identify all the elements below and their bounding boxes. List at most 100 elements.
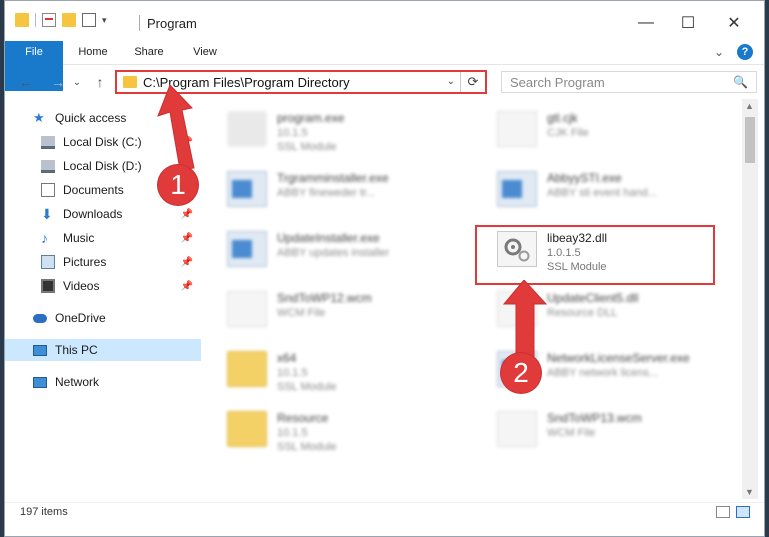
nav-item-label: Pictures [63,255,107,269]
ribbon-tabs: File Home Share View ⌄ ? [5,41,764,91]
minimize-button[interactable]: — [623,9,669,37]
pin-icon[interactable]: 📌 [181,233,193,244]
scroll-up-icon[interactable]: ▲ [745,101,754,111]
status-bar: 197 items [5,502,764,525]
nav-item-videos[interactable]: Videos 📌 [5,275,201,297]
application-icon [497,171,537,207]
explorer-window: ▾ Program — ☐ ✕ File Home Share View ⌄ ?… [4,0,765,537]
file-detail: WCM File [277,307,326,319]
toolbar-separator [35,13,36,27]
video-icon [41,279,55,293]
file-item[interactable]: Trgramminstaller.exe ABBY fineweder tr..… [207,165,437,215]
tab-view[interactable]: View [183,41,227,64]
document-icon [41,183,55,197]
folder-icon [123,76,137,88]
drive-icon [41,135,55,149]
file-item[interactable]: AbbyySTI.exe ABBY sti event hand... [477,165,707,215]
folder-icon[interactable] [15,13,29,27]
details-view-icon[interactable] [716,506,730,518]
search-icon[interactable]: 🔍 [733,75,748,89]
file-item[interactable]: Resource 10.1.5 SSL Module [207,405,437,455]
search-input[interactable]: Search Program 🔍 [501,71,757,93]
item-count: 197 items [20,506,68,518]
step-badge-2: 2 [501,353,541,393]
file-item[interactable]: SndToWP12.wcm WCM File [207,285,437,335]
pin-icon[interactable]: 📌 [181,281,193,292]
file-detail: 10.1.5 [277,427,308,439]
refresh-icon[interactable]: ⟳ [460,72,485,92]
file-detail: SSL Module [277,141,337,153]
annotation-arrow-1 [157,84,195,170]
large-icons-view-icon[interactable] [736,506,750,518]
title-bar: ▾ Program — ☐ ✕ [5,1,764,41]
title-separator [139,15,140,31]
quick-access-toolbar: ▾ [15,13,107,27]
tab-share[interactable]: Share [127,41,171,64]
maximize-button[interactable]: ☐ [665,9,711,37]
help-icon[interactable]: ? [737,44,753,60]
nav-item-this-pc[interactable]: This PC [5,339,201,361]
nav-item-label: Downloads [63,207,123,221]
file-name: NetworkLicenseServer.exe [547,351,690,365]
up-button[interactable]: ↑ [89,71,111,93]
folder-icon [227,351,267,387]
file-item[interactable]: program.exe 10.1.5 SSL Module [207,105,437,155]
nav-item-label: Local Disk (D:) [63,159,142,173]
nav-item-downloads[interactable]: ⬇ Downloads 📌 [5,203,201,225]
file-item[interactable]: UpdateInstaller.exe ABBY updates install… [207,225,437,275]
nav-item-label: Music [63,231,95,245]
forward-button[interactable]: → [47,71,69,93]
nav-item-label: Network [55,375,100,389]
nav-item-music[interactable]: ♪ Music 📌 [5,227,201,249]
pin-icon[interactable]: 📌 [181,209,193,220]
nav-item-pictures[interactable]: Pictures 📌 [5,251,201,273]
nav-item-network[interactable]: Network [5,371,201,393]
scroll-thumb[interactable] [745,117,755,163]
vertical-scrollbar[interactable]: ▲ ▼ [742,99,758,499]
tab-home[interactable]: Home [71,41,115,64]
file-name: AbbyySTI.exe [547,171,622,185]
pin-icon[interactable]: 📌 [181,257,193,268]
application-icon [227,231,267,267]
nav-item-onedrive[interactable]: OneDrive [5,307,201,329]
nav-item-label: Documents [63,183,124,197]
properties-icon[interactable] [42,13,56,27]
file-name: x64 [277,351,297,365]
view-options-icon[interactable] [82,13,96,27]
file-name: SndToWP12.wcm [277,291,372,305]
search-placeholder: Search Program [510,75,605,90]
file-detail: ABBY sti event hand... [547,187,657,199]
back-button[interactable]: ← [15,71,37,93]
gear-icon [227,111,267,147]
document-icon [227,291,267,327]
address-dropdown-icon[interactable]: ⌄ [447,76,455,87]
customize-toolbar-icon[interactable]: ▾ [102,15,107,26]
file-detail: ABBY network licens... [547,367,659,379]
file-detail: 10.1.5 [277,127,308,139]
document-icon [497,111,537,147]
file-name: UpdateInstaller.exe [277,231,380,245]
network-icon [33,376,47,388]
expand-ribbon-icon[interactable]: ⌄ [711,41,727,64]
close-button[interactable]: ✕ [711,9,757,37]
file-detail: SSL Module [277,381,337,393]
new-folder-icon[interactable] [62,13,76,27]
file-item[interactable]: SndToWP13.wcm WCM File [477,405,707,455]
star-icon: ★ [33,110,45,125]
file-list: program.exe 10.1.5 SSL Module gtl.cjk CJ… [207,99,741,499]
folder-icon [227,411,267,447]
file-item[interactable]: gtl.cjk CJK File [477,105,707,155]
cloud-icon [33,313,47,323]
file-name: SndToWP13.wcm [547,411,642,425]
file-item[interactable]: x64 10.1.5 SSL Module [207,345,437,395]
file-detail: CJK File [547,127,589,139]
file-detail: SSL Module [277,441,337,453]
window-title: Program [147,16,197,31]
document-icon [497,411,537,447]
file-detail: ABBY fineweder tr... [277,187,376,199]
music-icon: ♪ [41,230,48,246]
recent-locations-button[interactable]: ⌄ [71,71,83,93]
scroll-down-icon[interactable]: ▼ [745,487,754,497]
file-name: Resource [277,411,329,425]
file-name: UpdateClient5.dll [547,291,639,305]
